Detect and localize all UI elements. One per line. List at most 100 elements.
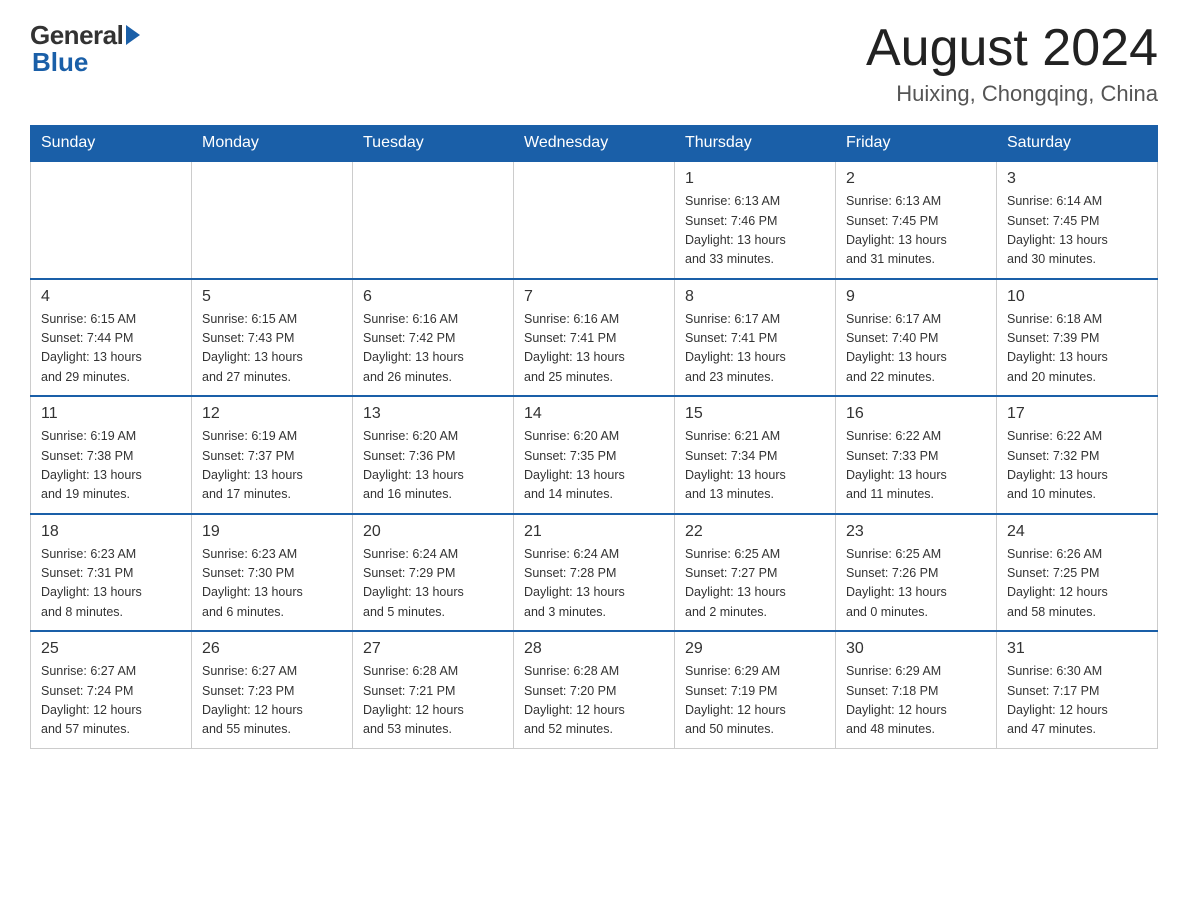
day-number: 18 [41,523,181,541]
day-info: Sunrise: 6:14 AMSunset: 7:45 PMDaylight:… [1007,192,1147,270]
calendar-cell: 6 Sunrise: 6:16 AMSunset: 7:42 PMDaylight… [353,279,514,397]
day-number: 3 [1007,170,1147,188]
calendar-cell: 2 Sunrise: 6:13 AMSunset: 7:45 PMDaylight… [836,161,997,279]
day-number: 14 [524,405,664,423]
day-number: 5 [202,288,342,306]
calendar-cell: 3 Sunrise: 6:14 AMSunset: 7:45 PMDaylight… [997,161,1158,279]
calendar-cell: 24 Sunrise: 6:26 AMSunset: 7:25 PMDayligh… [997,514,1158,632]
day-number: 27 [363,640,503,658]
calendar-week-row: 4Sunrise: 6:15 AMSunset: 7:44 PMDaylight… [31,279,1158,397]
day-info: Sunrise: 6:13 AMSunset: 7:45 PMDaylight:… [846,192,986,270]
calendar-cell: 20Sunrise: 6:24 AMSunset: 7:29 PMDayligh… [353,514,514,632]
calendar-week-row: 25 Sunrise: 6:27 AMSunset: 7:24 PMDayligh… [31,631,1158,748]
day-number: 24 [1007,523,1147,541]
day-number: 11 [41,405,181,423]
day-number: 9 [846,288,986,306]
day-info: Sunrise: 6:19 AMSunset: 7:37 PMDaylight:… [202,427,342,505]
calendar-cell: 29Sunrise: 6:29 AMSunset: 7:19 PMDayligh… [675,631,836,748]
month-year-title: August 2024 [866,20,1158,77]
calendar-week-row: 18 Sunrise: 6:23 AMSunset: 7:31 PMDayligh… [31,514,1158,632]
day-number: 21 [524,523,664,541]
calendar-cell: 25 Sunrise: 6:27 AMSunset: 7:24 PMDayligh… [31,631,192,748]
day-info: Sunrise: 6:13 AMSunset: 7:46 PMDaylight:… [685,192,825,270]
day-number: 31 [1007,640,1147,658]
day-info: Sunrise: 6:25 AMSunset: 7:27 PMDaylight:… [685,545,825,623]
day-number: 12 [202,405,342,423]
calendar-cell: 9 Sunrise: 6:17 AMSunset: 7:40 PMDaylight… [836,279,997,397]
calendar-cell: 31 Sunrise: 6:30 AMSunset: 7:17 PMDayligh… [997,631,1158,748]
calendar-cell: 15Sunrise: 6:21 AMSunset: 7:34 PMDayligh… [675,396,836,514]
calendar-cell: 23Sunrise: 6:25 AMSunset: 7:26 PMDayligh… [836,514,997,632]
weekday-header-row: SundayMondayTuesdayWednesdayThursdayFrid… [31,126,1158,162]
calendar-cell: 30 Sunrise: 6:29 AMSunset: 7:18 PMDayligh… [836,631,997,748]
calendar-cell [31,161,192,279]
calendar-cell: 11 Sunrise: 6:19 AMSunset: 7:38 PMDayligh… [31,396,192,514]
calendar-cell: 18 Sunrise: 6:23 AMSunset: 7:31 PMDayligh… [31,514,192,632]
logo-arrow-icon [126,25,140,45]
day-info: Sunrise: 6:29 AMSunset: 7:19 PMDaylight:… [685,662,825,740]
day-info: Sunrise: 6:22 AMSunset: 7:32 PMDaylight:… [1007,427,1147,505]
day-info: Sunrise: 6:20 AMSunset: 7:36 PMDaylight:… [363,427,503,505]
day-number: 13 [363,405,503,423]
calendar-cell: 5 Sunrise: 6:15 AMSunset: 7:43 PMDaylight… [192,279,353,397]
day-number: 4 [41,288,181,306]
calendar-cell [353,161,514,279]
day-info: Sunrise: 6:18 AMSunset: 7:39 PMDaylight:… [1007,310,1147,388]
day-number: 22 [685,523,825,541]
day-number: 20 [363,523,503,541]
location-text: Huixing, Chongqing, China [866,81,1158,107]
calendar-cell: 12 Sunrise: 6:19 AMSunset: 7:37 PMDayligh… [192,396,353,514]
day-number: 7 [524,288,664,306]
calendar-cell: 14Sunrise: 6:20 AMSunset: 7:35 PMDayligh… [514,396,675,514]
calendar-cell: 22 Sunrise: 6:25 AMSunset: 7:27 PMDayligh… [675,514,836,632]
day-number: 2 [846,170,986,188]
weekday-header-tuesday: Tuesday [353,126,514,162]
day-info: Sunrise: 6:23 AMSunset: 7:30 PMDaylight:… [202,545,342,623]
day-info: Sunrise: 6:27 AMSunset: 7:23 PMDaylight:… [202,662,342,740]
day-number: 1 [685,170,825,188]
day-number: 25 [41,640,181,658]
day-info: Sunrise: 6:23 AMSunset: 7:31 PMDaylight:… [41,545,181,623]
calendar-cell: 7 Sunrise: 6:16 AMSunset: 7:41 PMDaylight… [514,279,675,397]
calendar-week-row: 1 Sunrise: 6:13 AMSunset: 7:46 PMDaylight… [31,161,1158,279]
calendar-cell: 27 Sunrise: 6:28 AMSunset: 7:21 PMDayligh… [353,631,514,748]
day-info: Sunrise: 6:30 AMSunset: 7:17 PMDaylight:… [1007,662,1147,740]
weekday-header-saturday: Saturday [997,126,1158,162]
day-info: Sunrise: 6:29 AMSunset: 7:18 PMDaylight:… [846,662,986,740]
day-info: Sunrise: 6:27 AMSunset: 7:24 PMDaylight:… [41,662,181,740]
day-info: Sunrise: 6:21 AMSunset: 7:34 PMDaylight:… [685,427,825,505]
calendar-cell: 16Sunrise: 6:22 AMSunset: 7:33 PMDayligh… [836,396,997,514]
calendar-cell: 21 Sunrise: 6:24 AMSunset: 7:28 PMDayligh… [514,514,675,632]
day-info: Sunrise: 6:17 AMSunset: 7:41 PMDaylight:… [685,310,825,388]
calendar-week-row: 11 Sunrise: 6:19 AMSunset: 7:38 PMDayligh… [31,396,1158,514]
day-number: 6 [363,288,503,306]
title-block: August 2024 Huixing, Chongqing, China [866,20,1158,107]
weekday-header-thursday: Thursday [675,126,836,162]
day-info: Sunrise: 6:26 AMSunset: 7:25 PMDaylight:… [1007,545,1147,623]
logo-blue-text: Blue [30,47,88,78]
weekday-header-wednesday: Wednesday [514,126,675,162]
day-number: 28 [524,640,664,658]
calendar-cell [514,161,675,279]
weekday-header-friday: Friday [836,126,997,162]
day-number: 8 [685,288,825,306]
page-header: General Blue August 2024 Huixing, Chongq… [30,20,1158,107]
calendar-cell: 8 Sunrise: 6:17 AMSunset: 7:41 PMDaylight… [675,279,836,397]
day-info: Sunrise: 6:16 AMSunset: 7:42 PMDaylight:… [363,310,503,388]
day-number: 26 [202,640,342,658]
day-number: 23 [846,523,986,541]
day-info: Sunrise: 6:16 AMSunset: 7:41 PMDaylight:… [524,310,664,388]
day-number: 30 [846,640,986,658]
day-info: Sunrise: 6:15 AMSunset: 7:43 PMDaylight:… [202,310,342,388]
calendar-cell: 1 Sunrise: 6:13 AMSunset: 7:46 PMDaylight… [675,161,836,279]
day-info: Sunrise: 6:24 AMSunset: 7:28 PMDaylight:… [524,545,664,623]
day-info: Sunrise: 6:28 AMSunset: 7:21 PMDaylight:… [363,662,503,740]
calendar-cell [192,161,353,279]
day-number: 19 [202,523,342,541]
calendar-cell: 4Sunrise: 6:15 AMSunset: 7:44 PMDaylight… [31,279,192,397]
day-info: Sunrise: 6:17 AMSunset: 7:40 PMDaylight:… [846,310,986,388]
day-info: Sunrise: 6:19 AMSunset: 7:38 PMDaylight:… [41,427,181,505]
calendar-cell: 28Sunrise: 6:28 AMSunset: 7:20 PMDayligh… [514,631,675,748]
day-info: Sunrise: 6:22 AMSunset: 7:33 PMDaylight:… [846,427,986,505]
weekday-header-sunday: Sunday [31,126,192,162]
